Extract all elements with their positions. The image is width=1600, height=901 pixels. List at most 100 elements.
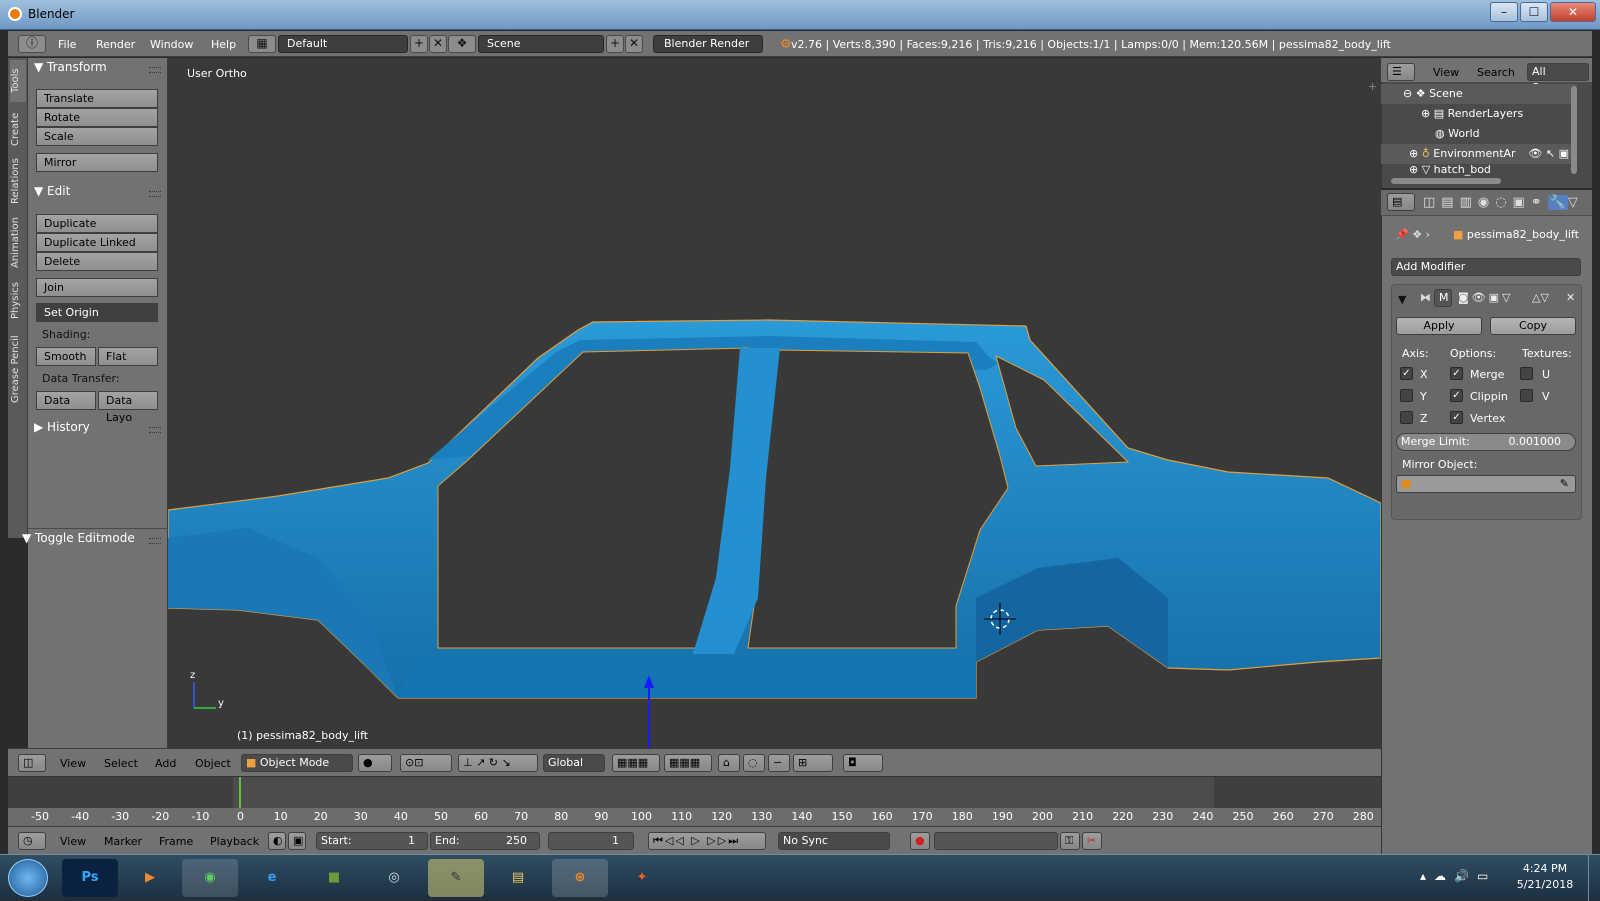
properties-tab-icons[interactable]: ◫▤▥◉◌▣⚭ 🔧 ▽: [1423, 195, 1584, 210]
end-frame-field[interactable]: End: 250: [430, 832, 540, 850]
manipulator-icons[interactable]: ⊥ ↗ ↻ ↘: [458, 754, 538, 772]
menu-window[interactable]: Window: [150, 38, 193, 51]
current-frame-field[interactable]: 1: [548, 832, 634, 850]
area-split-icon[interactable]: +: [1368, 80, 1377, 93]
lock-icon[interactable]: ▣: [288, 832, 306, 850]
record-icon[interactable]: ●: [910, 832, 930, 850]
flat-button[interactable]: Flat: [98, 347, 158, 366]
taskbar-blender[interactable]: ⊛: [552, 859, 608, 897]
maximize-button[interactable]: ☐: [1520, 2, 1548, 22]
taskbar-explorer[interactable]: ▤: [490, 859, 546, 897]
menu-select[interactable]: Select: [104, 757, 138, 770]
axis-x-checkbox[interactable]: ✓: [1400, 367, 1413, 380]
collapse-modifier-icon[interactable]: ▼: [1398, 293, 1406, 306]
axis-y-checkbox[interactable]: [1400, 389, 1413, 402]
start-button[interactable]: [8, 859, 48, 897]
taskbar-internet-explorer[interactable]: e: [244, 859, 300, 897]
taskbar-media-player[interactable]: ▶: [122, 859, 178, 897]
timeline-ruler[interactable]: -50 -40 -30 -20 -10 0 10 20 30 40 50 60 70 80 90 100 110…: [8, 808, 1381, 826]
translate-button[interactable]: Translate: [36, 89, 158, 108]
outliner-vscrollbar[interactable]: [1571, 86, 1577, 174]
panel-grip-icon[interactable]: [149, 427, 161, 433]
3d-viewport[interactable]: z y +: [168, 58, 1381, 748]
vertex-groups-checkbox[interactable]: ✓: [1450, 411, 1463, 424]
tab-relations[interactable]: Relations: [10, 154, 26, 209]
duplicate-button[interactable]: Duplicate: [36, 214, 158, 233]
system-tray-icons[interactable]: ▴☁🔊▭: [1420, 869, 1496, 883]
menu-add[interactable]: Add: [155, 757, 176, 770]
lock-layers-icon[interactable]: ⌂: [718, 754, 740, 772]
apply-button[interactable]: Apply: [1396, 317, 1482, 335]
eyedropper-icon[interactable]: ✎: [1560, 476, 1569, 492]
tab-tools[interactable]: Tools: [10, 60, 26, 102]
taskbar-steam[interactable]: ◎: [366, 859, 422, 897]
rotate-button[interactable]: Rotate: [36, 108, 158, 127]
set-origin-select[interactable]: Set Origin: [36, 303, 158, 322]
tab-grease-pencil[interactable]: Grease Pencil: [10, 330, 26, 408]
merge-limit-field[interactable]: Merge Limit: 0.001000: [1396, 433, 1576, 451]
layers-grid-1[interactable]: ▦▦▦: [612, 754, 660, 772]
editor-type-info-icon[interactable]: ⓘ: [18, 35, 46, 53]
delete-button[interactable]: Delete: [36, 252, 158, 271]
keyframe-icon[interactable]: ◐: [268, 832, 286, 850]
render-preview-icon[interactable]: ◘: [843, 754, 883, 772]
outliner-item-hatch[interactable]: ⊕ ▽ hatch_bod: [1381, 164, 1577, 176]
taskbar-clock[interactable]: 4:24 PM 5/21/2018: [1510, 861, 1580, 893]
editor-type-outliner-icon[interactable]: ☰: [1387, 63, 1415, 81]
menu-outliner-search[interactable]: Search: [1477, 66, 1515, 79]
taskbar-chrome[interactable]: ◉: [182, 859, 238, 897]
render-engine-select[interactable]: Blender Render: [653, 35, 763, 53]
operator-panel-header[interactable]: ▼ Toggle Editmode: [22, 531, 135, 545]
remove-modifier-icon[interactable]: ✕: [1566, 291, 1575, 304]
clipping-checkbox[interactable]: ✓: [1450, 389, 1463, 402]
menu-object[interactable]: Object: [195, 757, 231, 770]
menu-outliner-view[interactable]: View: [1433, 66, 1459, 79]
join-button[interactable]: Join: [36, 278, 158, 297]
taskbar-photoshop[interactable]: Ps: [62, 859, 118, 897]
scale-button[interactable]: Scale: [36, 127, 158, 146]
scene-field[interactable]: Scene: [478, 35, 604, 53]
snap-element-icon[interactable]: ⊞: [793, 754, 833, 772]
keying-set-field[interactable]: [934, 832, 1058, 850]
menu-render[interactable]: Render: [96, 38, 135, 51]
sync-mode-select[interactable]: No Sync: [778, 832, 890, 850]
screen-layout-field[interactable]: Default: [278, 35, 408, 53]
outliner-filter-select[interactable]: All Scenes: [1527, 63, 1589, 94]
edit-panel-header[interactable]: ▼ Edit: [34, 184, 70, 198]
add-scene-icon[interactable]: +: [606, 35, 624, 53]
close-button[interactable]: ✕: [1550, 2, 1596, 22]
transform-panel-header[interactable]: ▼ Transform: [34, 60, 107, 74]
current-frame-line[interactable]: [239, 777, 241, 809]
menu-file[interactable]: File: [58, 38, 76, 51]
taskbar-notepad[interactable]: ✎: [428, 859, 484, 897]
tab-physics[interactable]: Physics: [10, 278, 26, 324]
panel-grip-icon[interactable]: [149, 538, 161, 544]
remove-layout-icon[interactable]: ✕: [429, 35, 447, 53]
copy-button[interactable]: Copy: [1490, 317, 1576, 335]
transform-orientation-select[interactable]: Global: [543, 754, 605, 772]
tab-create[interactable]: Create: [10, 108, 26, 150]
modifier-name-field[interactable]: M: [1434, 289, 1452, 307]
taskbar-app[interactable]: ✦: [614, 859, 670, 897]
modifier-wrench-icon[interactable]: 🔧: [1547, 195, 1568, 210]
playback-controls[interactable]: ⏮◁◁ ▷ ▷▷⏭: [648, 832, 766, 850]
add-layout-icon[interactable]: +: [410, 35, 428, 53]
outliner-item-environment[interactable]: ⊕ ♁ EnvironmentAr 👁 ↖ ▣: [1381, 144, 1577, 164]
texture-v-checkbox[interactable]: [1520, 389, 1533, 402]
taskbar-minecraft[interactable]: ■: [306, 859, 362, 897]
minimize-button[interactable]: –: [1490, 2, 1518, 22]
snap-toggle-icon[interactable]: ∽: [768, 754, 790, 772]
layers-grid-2[interactable]: ▦▦▦: [664, 754, 712, 772]
data-transfer-button[interactable]: Data: [36, 391, 96, 410]
insert-keyframe-icon[interactable]: ⚿: [1060, 832, 1080, 850]
mirror-object-field[interactable]: ■ ✎: [1396, 475, 1576, 493]
start-frame-field[interactable]: Start: 1: [316, 832, 428, 850]
visibility-icons[interactable]: 👁 ↖ ▣: [1528, 144, 1569, 164]
modifier-visibility-icons[interactable]: ◙👁▣▽: [1458, 291, 1514, 304]
show-desktop-button[interactable]: [1588, 855, 1600, 901]
move-modifier-icons[interactable]: △▽: [1532, 291, 1549, 304]
remove-scene-icon[interactable]: ✕: [625, 35, 643, 53]
pin-icon[interactable]: 📌 ❖ ›: [1395, 228, 1430, 241]
mirror-button[interactable]: Mirror: [36, 153, 158, 172]
outliner-item-scene[interactable]: ⊖ ❖ Scene: [1381, 84, 1577, 104]
